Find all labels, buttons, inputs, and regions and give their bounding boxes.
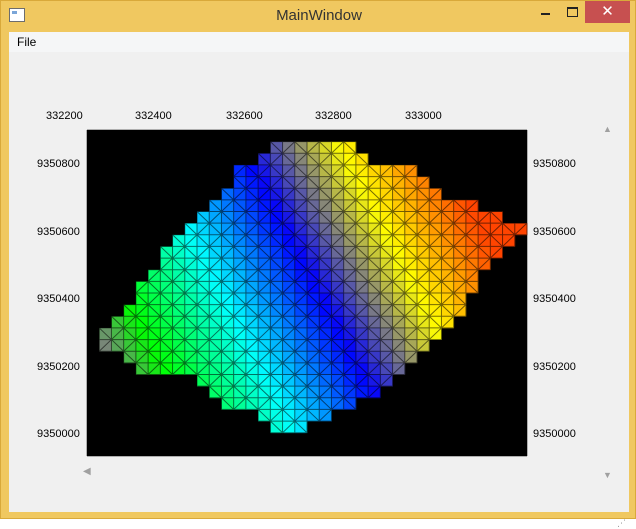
plot-area[interactable]: 332200 332400 332600 332800 333000 9350800 935… [9,52,629,528]
horizontal-scrollbar[interactable]: ◀ [83,466,541,480]
scroll-down-icon[interactable]: ▼ [603,470,612,480]
y-tick-label-right: 9350600 [533,226,576,238]
x-tick-label: 332400 [135,110,172,122]
y-tick-label-left: 9350400 [37,293,80,305]
close-button[interactable]: ✕ [585,1,630,23]
menu-file[interactable]: File [17,35,36,49]
y-tick-label-left: 9350200 [37,361,80,373]
y-tick-label-left: 9350600 [37,226,80,238]
y-tick-label-left: 9350000 [37,428,80,440]
x-tick-label: 332600 [226,110,263,122]
client-area: File 332200 332400 332600 332800 333000 93508… [9,32,629,528]
resize-grip-icon[interactable]: ⋰ [617,518,627,528]
y-tick-label-right: 9350000 [533,428,576,440]
y-tick-label-left: 9350800 [37,158,80,170]
main-window: MainWindow ✕ File 332200 332400 332600 3328… [0,0,636,528]
y-tick-label-right: 9350800 [533,158,576,170]
y-tick-label-right: 9350400 [533,293,576,305]
minimize-button[interactable] [532,1,558,23]
menu-bar: File [9,32,629,53]
title-bar[interactable]: MainWindow ✕ [1,1,635,31]
y-tick-label-right: 9350200 [533,361,576,373]
scroll-left-icon[interactable]: ◀ [83,466,91,477]
vertical-scrollbar[interactable]: ▲ ▼ [599,124,615,482]
x-tick-label: 332800 [315,110,352,122]
mesh-plot[interactable]: 332200 332400 332600 332800 333000 9350800 935… [9,52,629,512]
x-tick-label: 332200 [46,110,83,122]
x-tick-label: 333000 [405,110,442,122]
maximize-button[interactable] [559,1,585,23]
scroll-up-icon[interactable]: ▲ [603,124,612,134]
